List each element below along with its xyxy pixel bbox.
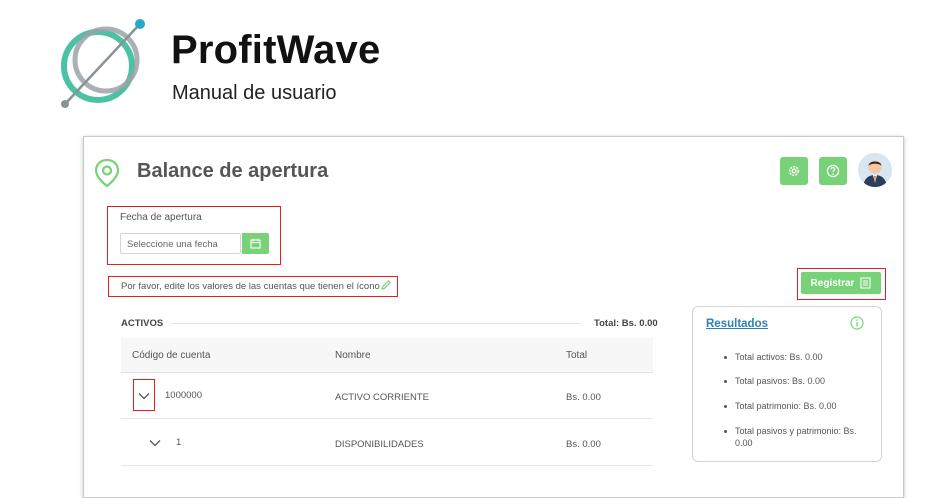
result-item: Total pasivos y patrimonio: Bs. 0.00 [735,426,857,448]
bullet [724,405,727,408]
register-button[interactable]: Registrar [801,272,881,294]
row-divider [121,465,653,466]
chevron-down-icon[interactable] [138,392,150,400]
row-total: Bs. 0.00 [566,392,601,403]
help-icon [826,164,840,178]
activos-label: ACTIVOS [121,318,164,329]
calendar-button[interactable] [242,233,269,254]
user-avatar-icon [858,153,892,187]
pencil-icon [381,279,392,290]
user-avatar[interactable] [858,153,892,187]
result-item: Total pasivos: Bs. 0.00 [735,376,826,386]
brand-subtitle: Manual de usuario [172,82,337,104]
fecha-label: Fecha de apertura [120,212,202,223]
activos-divider [171,323,581,324]
bullet [724,380,727,383]
row-name: DISPONIBILIDADES [335,439,424,450]
result-item: Total patrimonio: Bs. 0.00 [735,401,837,411]
calendar-icon [250,238,261,249]
brand-title: ProfitWave [171,28,381,72]
row-total: Bs. 0.00 [566,439,601,450]
result-item: Total activos: Bs. 0.00 [735,352,823,362]
document-icon [860,277,872,289]
edit-instruction-text: Por favor, edite los valores de las cuen… [121,281,380,292]
profitwave-logo [61,19,145,108]
info-icon[interactable] [850,316,864,330]
page-title: Balance de apertura [137,160,329,182]
row-name: ACTIVO CORRIENTE [335,392,429,403]
help-button[interactable] [819,157,847,185]
row-code: 1 [176,437,182,448]
activos-total: Total: Bs. 0.00 [594,318,658,329]
chevron-down-icon[interactable] [149,439,161,447]
bullet [724,356,727,359]
register-button-label: Registrar [810,277,855,289]
fecha-input[interactable]: Seleccione una fecha [120,233,241,254]
row-code: 1000000 [165,390,202,401]
location-pin-icon [94,158,120,188]
column-header-name: Nombre [335,350,371,361]
column-header-total: Total [566,350,588,361]
settings-button[interactable] [780,157,808,185]
row-divider [121,418,653,419]
resultados-title[interactable]: Resultados [706,318,768,330]
bullet [724,430,727,433]
app-window: Balance de apertura Fecha de apertura Se… [83,136,904,498]
column-header-code: Código de cuenta [132,350,211,361]
gear-icon [788,165,800,177]
